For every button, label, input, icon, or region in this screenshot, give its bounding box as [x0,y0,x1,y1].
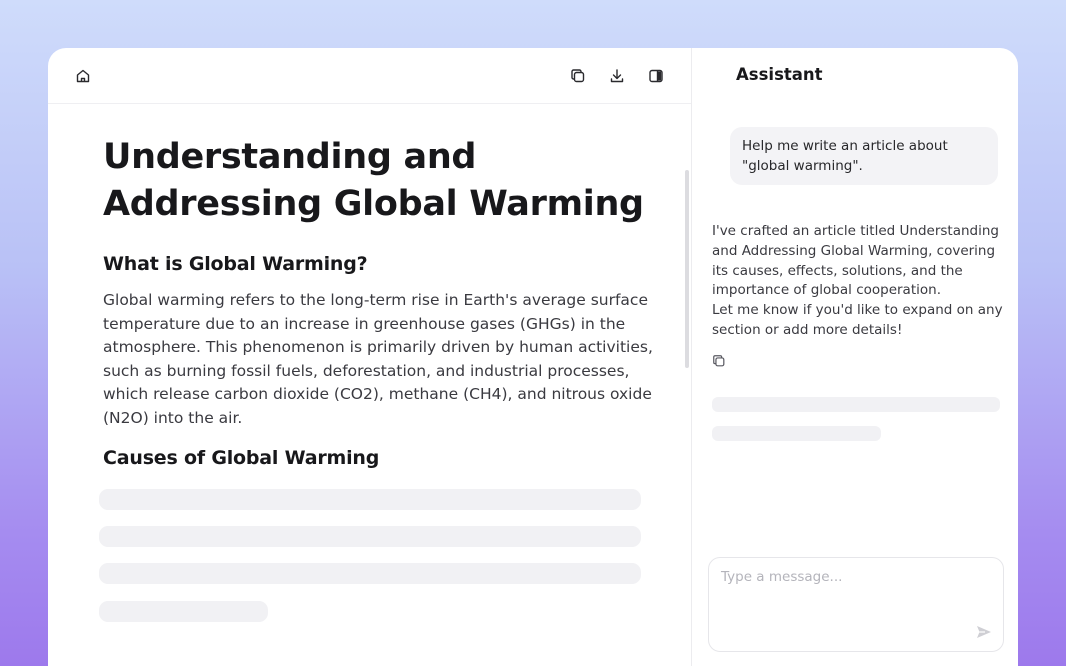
assistant-reply: I've crafted an article titled Understan… [712,222,1004,341]
loading-skeleton-line [99,489,641,510]
loading-skeleton-line [99,563,641,584]
copy-icon[interactable] [569,67,587,85]
document-title: Understanding and Addressing Global Warm… [103,137,644,224]
assistant-reply-text: I've crafted an article titled Understan… [712,223,999,299]
section-heading-what-is: What is Global Warming? [103,253,368,275]
loading-skeleton-line [712,397,1000,412]
message-input[interactable] [709,558,1003,651]
panel-toggle-icon[interactable] [647,67,665,85]
document-editor: Understanding and Addressing Global Warm… [48,48,692,666]
assistant-reply-text: Let me know if you'd like to expand on a… [712,302,1003,338]
section-heading-causes: Causes of Global Warming [103,447,380,469]
loading-skeleton-line [712,426,881,441]
home-icon[interactable] [74,67,92,85]
assistant-panel: Assistant Help me write an article about… [692,48,1018,666]
loading-skeleton-line [99,601,268,622]
message-composer [708,557,1004,652]
editor-scrollbar[interactable] [685,170,689,368]
section-paragraph: Global warming refers to the long-term r… [103,291,653,427]
app-window: Understanding and Addressing Global Warm… [48,48,1018,666]
copy-message-icon[interactable] [712,353,726,367]
send-icon[interactable] [975,623,993,641]
editor-toolbar [48,48,691,104]
user-message-bubble: Help me write an article about "global w… [730,127,998,185]
assistant-title: Assistant [736,65,823,84]
loading-skeleton-line [99,526,641,547]
document-content: Understanding and Addressing Global Warm… [103,134,653,469]
download-icon[interactable] [608,67,626,85]
